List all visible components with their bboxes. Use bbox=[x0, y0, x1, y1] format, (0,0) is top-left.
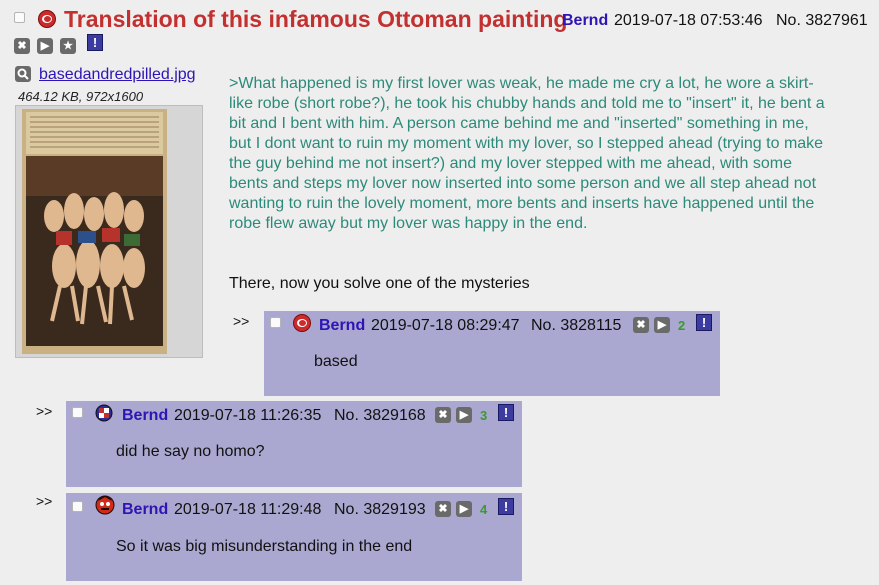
hide-post-icon[interactable]: ✖ bbox=[435, 501, 451, 517]
country-flag-icon bbox=[293, 314, 311, 332]
hide-post-icon[interactable]: ✖ bbox=[435, 407, 451, 423]
reply-count[interactable]: 3 bbox=[480, 408, 487, 423]
reply-post: Bernd 2019-07-18 11:26:35 No. 3829168 ✖ … bbox=[66, 401, 522, 487]
play-icon[interactable]: ▶ bbox=[456, 407, 472, 423]
post-datetime: 2019-07-18 07:53:46 bbox=[614, 12, 763, 29]
country-flag-icon bbox=[95, 495, 115, 515]
country-flag-icon bbox=[38, 10, 56, 28]
report-icon[interactable]: ! bbox=[498, 498, 514, 515]
reply-body: based bbox=[314, 353, 358, 370]
post-number[interactable]: No. 3828115 bbox=[531, 317, 621, 335]
poster-name: Bernd bbox=[562, 12, 609, 29]
reply-arrows: >> bbox=[36, 403, 53, 419]
hide-post-icon[interactable]: ✖ bbox=[14, 38, 30, 54]
post-datetime: 2019-07-18 08:29:47 bbox=[371, 317, 520, 334]
poster-name: Bernd bbox=[122, 501, 169, 518]
play-icon[interactable]: ▶ bbox=[654, 317, 670, 333]
country-flag-icon bbox=[95, 404, 113, 422]
play-icon[interactable]: ▶ bbox=[456, 501, 472, 517]
reply-body: did he say no homo? bbox=[116, 443, 265, 460]
poster-name: Bernd bbox=[122, 407, 169, 424]
reply-post: Bernd 2019-07-18 11:29:48 No. 3829193 ✖ … bbox=[66, 493, 522, 581]
report-icon[interactable]: ! bbox=[696, 314, 712, 331]
thread-subject: Translation of this infamous Ottoman pai… bbox=[64, 6, 568, 32]
post-body-text: There, now you solve one of the mysterie… bbox=[229, 275, 530, 292]
post-number[interactable]: No. 3827961 bbox=[776, 12, 868, 30]
op-select-checkbox[interactable] bbox=[14, 12, 25, 23]
play-icon[interactable]: ▶ bbox=[37, 38, 53, 54]
reply-post: Bernd 2019-07-18 08:29:47 No. 3828115 ✖ … bbox=[264, 311, 720, 396]
file-size: 464.12 KB, 972x1600 bbox=[18, 89, 144, 104]
reply-count[interactable]: 4 bbox=[480, 502, 487, 517]
search-icon[interactable] bbox=[15, 66, 31, 82]
post-thumbnail[interactable] bbox=[15, 105, 203, 358]
hide-post-icon[interactable]: ✖ bbox=[633, 317, 649, 333]
reply-count[interactable]: 2 bbox=[678, 318, 685, 333]
report-icon[interactable]: ! bbox=[87, 34, 103, 51]
post-datetime: 2019-07-18 11:29:48 bbox=[174, 501, 322, 518]
post-number[interactable]: No. 3829193 bbox=[334, 501, 426, 519]
post-greentext: >What happened is my first lover was wea… bbox=[229, 75, 825, 232]
reply-select-checkbox[interactable] bbox=[72, 407, 83, 418]
reply-body: So it was big misunderstanding in the en… bbox=[116, 538, 413, 555]
reply-select-checkbox[interactable] bbox=[270, 317, 281, 328]
post-datetime: 2019-07-18 11:26:35 bbox=[174, 407, 322, 424]
file-name-link[interactable]: basedandredpilled.jpg bbox=[39, 66, 196, 84]
poster-name: Bernd bbox=[319, 317, 366, 334]
favorite-star-icon[interactable]: ★ bbox=[60, 38, 76, 54]
reply-arrows: >> bbox=[36, 493, 53, 509]
report-icon[interactable]: ! bbox=[498, 404, 514, 421]
post-number[interactable]: No. 3829168 bbox=[334, 407, 426, 425]
reply-arrows: >> bbox=[233, 313, 250, 329]
reply-select-checkbox[interactable] bbox=[72, 501, 83, 512]
